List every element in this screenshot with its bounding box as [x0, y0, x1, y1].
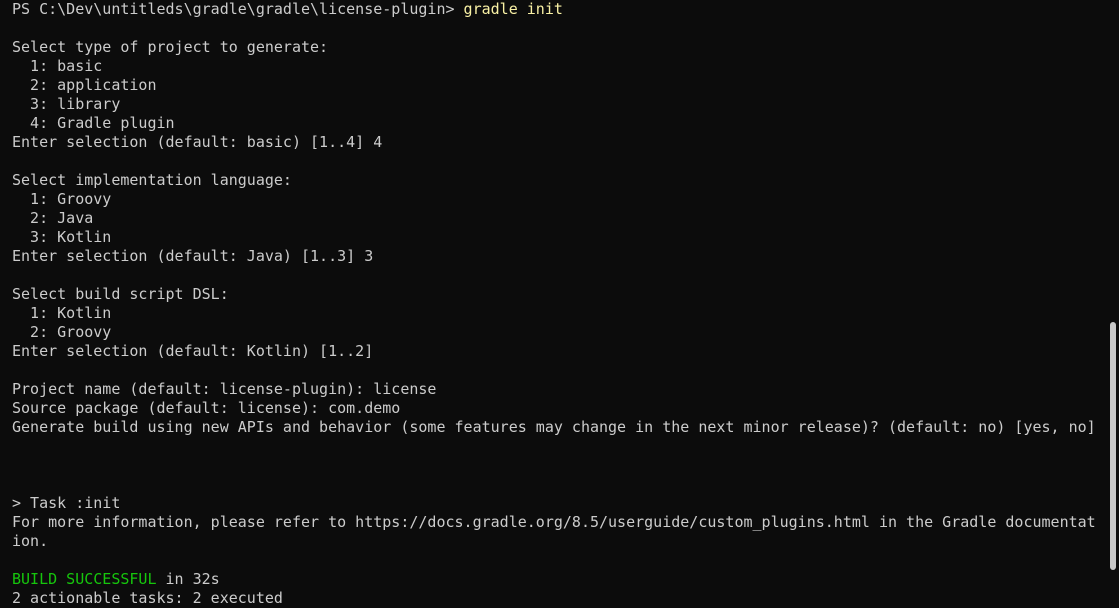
language-option: 1: Groovy	[12, 190, 112, 208]
project-type-selection: Enter selection (default: basic) [1..4] …	[12, 133, 383, 151]
language-option: 3: Kotlin	[12, 228, 112, 246]
project-type-option: 3: library	[12, 95, 121, 113]
dsl-option: 2: Groovy	[12, 323, 112, 341]
scrollbar-thumb[interactable]	[1110, 322, 1116, 570]
source-package-line: Source package (default: license): com.d…	[12, 399, 401, 417]
project-type-heading: Select type of project to generate:	[12, 38, 329, 56]
build-time: in 32s	[156, 570, 220, 588]
terminal-output[interactable]: PS C:\Dev\untitleds\gradle\gradle\licens…	[12, 0, 1105, 607]
project-type-option: 2: application	[12, 76, 157, 94]
dsl-selection: Enter selection (default: Kotlin) [1..2]	[12, 342, 374, 360]
tasks-summary-line: 2 actionable tasks: 2 executed	[12, 589, 283, 607]
dsl-option: 1: Kotlin	[12, 304, 112, 322]
prompt-command: gradle init	[463, 0, 563, 18]
info-line: For more information, please refer to ht…	[12, 513, 1096, 531]
project-type-option: 1: basic	[12, 57, 103, 75]
language-selection: Enter selection (default: Java) [1..3] 3	[12, 247, 374, 265]
prompt-path: PS C:\Dev\untitleds\gradle\gradle\licens…	[12, 0, 464, 18]
prompt-line: PS C:\Dev\untitleds\gradle\gradle\licens…	[12, 0, 1105, 19]
project-name-line: Project name (default: license-plugin): …	[12, 380, 437, 398]
project-type-option: 4: Gradle plugin	[12, 114, 175, 132]
language-option: 2: Java	[12, 209, 94, 227]
language-heading: Select implementation language:	[12, 171, 292, 189]
info-line-continued: ion.	[12, 532, 49, 550]
dsl-heading: Select build script DSL:	[12, 285, 229, 303]
build-status: BUILD SUCCESSFUL	[12, 570, 157, 588]
task-header: > Task :init	[12, 494, 121, 512]
new-apis-line: Generate build using new APIs and behavi…	[12, 418, 1096, 436]
build-result-line: BUILD SUCCESSFUL in 32s	[12, 570, 1105, 589]
